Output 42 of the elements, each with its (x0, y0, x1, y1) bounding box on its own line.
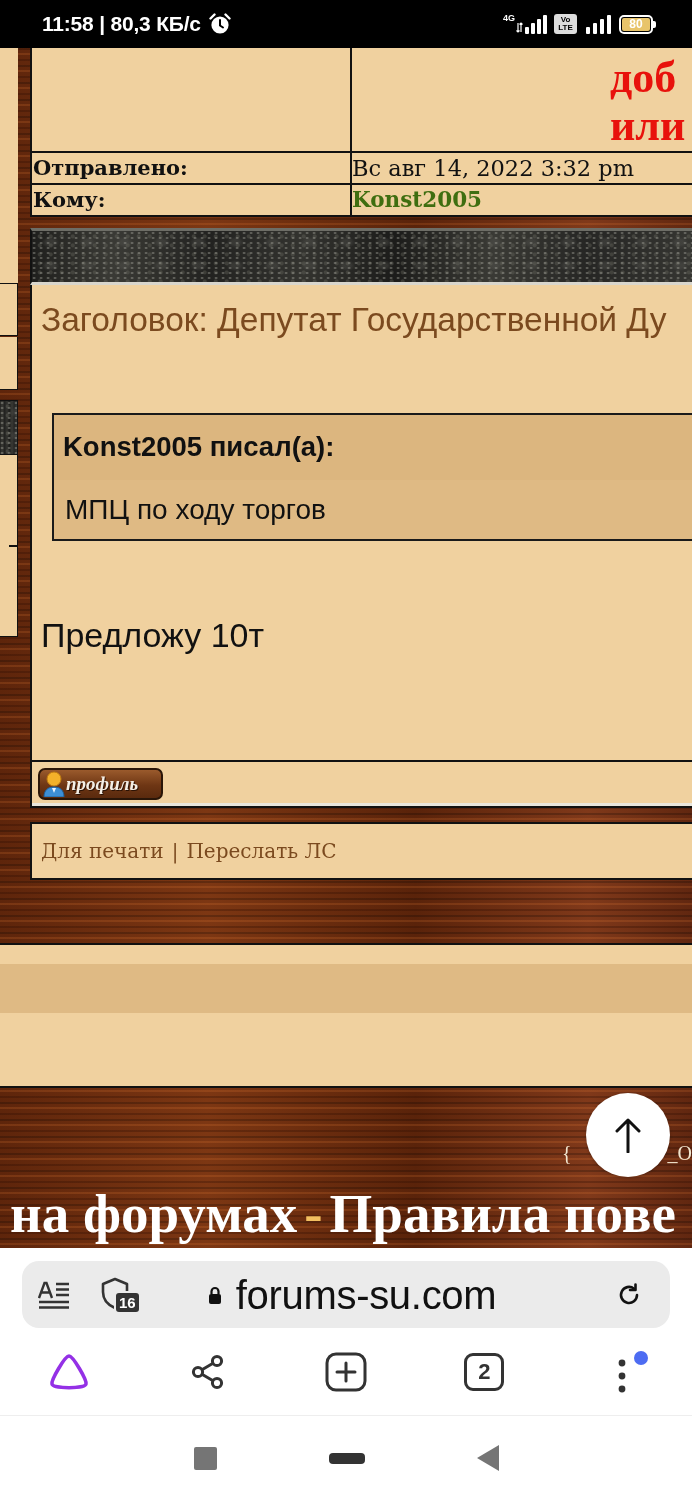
new-tab-plus-icon[interactable] (325, 1351, 367, 1392)
warning-text: или (610, 102, 686, 150)
link-separator: | (171, 839, 179, 863)
address-bar[interactable]: 16 forums-su.com (22, 1261, 670, 1328)
share-icon[interactable] (190, 1353, 225, 1390)
network-type-label: 4G (503, 13, 515, 23)
profile-button[interactable]: профиль (38, 768, 163, 800)
assistant-triangle-icon[interactable] (49, 1352, 90, 1391)
arrow-up-icon (615, 1117, 641, 1153)
quote-text: МПЦ по ходу торгов (65, 494, 326, 525)
user-icon (43, 771, 65, 797)
recent-apps-icon[interactable] (193, 1446, 217, 1470)
action-link[interactable]: Переслать ЛС (186, 839, 337, 863)
back-icon[interactable] (476, 1445, 499, 1471)
warning-text: доб (610, 54, 677, 102)
notification-dot-icon (633, 1350, 648, 1365)
post-text: Предложу 10т (41, 616, 265, 654)
action-link[interactable]: Для печати (41, 839, 164, 863)
signal-icon (516, 14, 548, 34)
footer-link[interactable]: на форумах (10, 1185, 298, 1243)
url-text[interactable]: forums-su.com (235, 1271, 497, 1318)
text-fragment: { (561, 1140, 572, 1165)
side-panel (0, 337, 18, 390)
menu-icon[interactable] (617, 1358, 626, 1393)
footer-link[interactable]: Правила пове (329, 1185, 676, 1243)
lock-icon (207, 1285, 222, 1304)
text-fragment: _O (667, 1140, 692, 1165)
tracker-count-badge: 16 (114, 1290, 141, 1314)
field-label: Отправлено: (32, 156, 188, 180)
post-subject: Заголовок: Депутат Государственной Ду (40, 300, 668, 340)
status-text: 11:58 | 80,3 КБ/с (42, 12, 201, 36)
alarm-clock-icon (208, 13, 231, 35)
field-value: Вс авг 14, 2022 3:32 pm (352, 155, 635, 181)
signal-icon (585, 14, 611, 34)
link-separator: - (304, 1185, 323, 1243)
field-label: Кому: (32, 188, 106, 212)
tabs-button[interactable]: 2 (464, 1352, 505, 1391)
quote-author: Konst2005 писал(а): (63, 431, 335, 462)
volte-indicator: Vo LTE (554, 14, 577, 34)
home-icon[interactable] (328, 1452, 365, 1464)
battery-indicator: 80 (619, 14, 656, 34)
reader-mode-icon[interactable] (38, 1280, 70, 1309)
